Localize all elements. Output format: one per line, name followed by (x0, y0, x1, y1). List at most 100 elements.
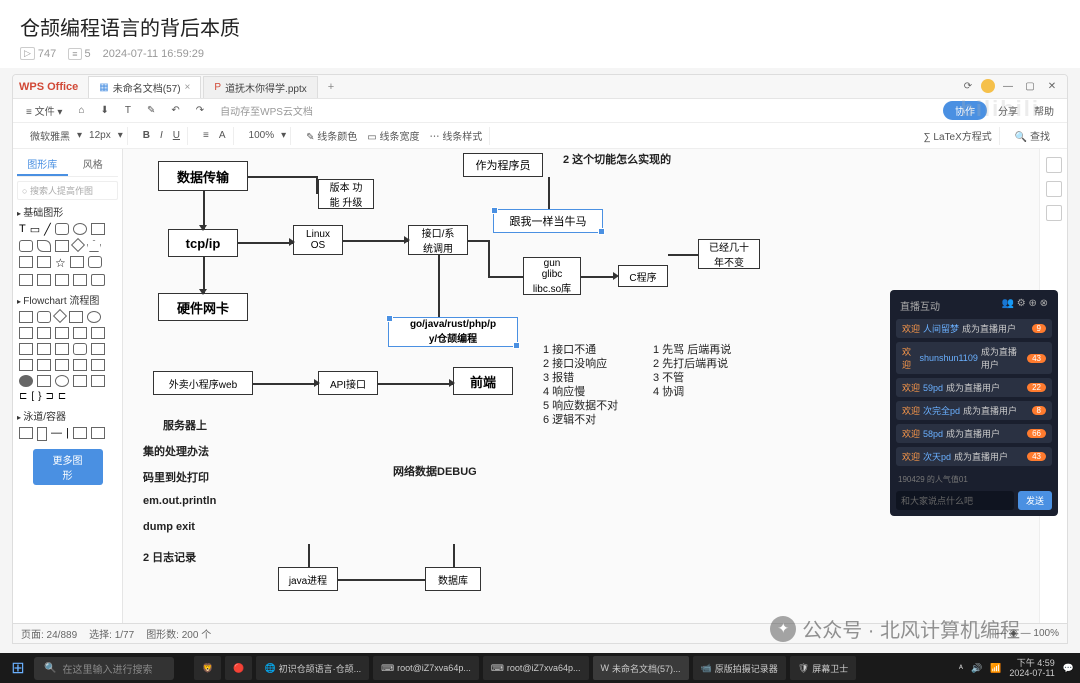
arrow-icon (199, 225, 207, 231)
live-row: 欢迎 次完全pd 成为直播用户8 (896, 401, 1052, 420)
maximize-icon[interactable]: ▢ (1021, 79, 1039, 95)
node-nic[interactable]: 硬件网卡 (158, 293, 248, 321)
underline-button[interactable]: U (170, 129, 183, 142)
wechat-icon: ✦ (770, 616, 796, 642)
node-data-trans[interactable]: 数据传输 (158, 161, 248, 191)
bold-button[interactable]: B (140, 129, 153, 142)
taskbar-app[interactable]: 🦁 (194, 656, 221, 680)
start-button[interactable]: ⊞ (6, 656, 30, 680)
text-shape[interactable]: T (19, 223, 26, 236)
color-icon[interactable]: A (216, 129, 229, 142)
lane-shapes: —| (17, 425, 118, 443)
txt-method: 集的处理办法 (143, 443, 209, 459)
danmu-icon: ≡ (68, 48, 81, 60)
connector (248, 176, 316, 178)
taskbar-app[interactable]: 📹 原版拍摄记录器 (693, 656, 786, 680)
cloud-tip: 自动存至WPS云文档 (215, 101, 318, 120)
arrow-icon (314, 379, 320, 387)
taskbar-app[interactable]: 🔴 (225, 656, 252, 680)
connector (253, 383, 318, 385)
connector (308, 544, 310, 567)
taskbar-app[interactable]: W 未命名文档(57)... (593, 656, 689, 680)
section-basic[interactable]: 基础图形 (17, 204, 118, 219)
line-shape[interactable]: ╱ (44, 223, 51, 236)
layers-icon[interactable] (1046, 181, 1062, 197)
node-frontend[interactable]: 前端 (453, 367, 513, 395)
shape-panel: 图形库 风格 ○ 搜索人提高作图 基础图形 T▭╱ ☆ Flowchart 流程… (13, 149, 123, 623)
selection-indicator: 选择: 1/77 (89, 626, 134, 641)
connector (203, 191, 205, 229)
node-java[interactable]: java进程 (278, 567, 338, 591)
note-shape[interactable]: ▭ (30, 223, 40, 236)
live-row: 欢迎 59pd 成为直播用户22 (896, 378, 1052, 397)
send-button[interactable]: 发送 (1018, 491, 1052, 510)
node-waimai[interactable]: 外卖小程序web (153, 371, 253, 395)
chat-input[interactable]: 和大家说点什么吧 (896, 491, 1014, 510)
find-button[interactable]: 🔍 查找 (1012, 127, 1053, 144)
section-flowchart[interactable]: Flowchart 流程图 (17, 292, 118, 307)
connector (668, 254, 698, 256)
size-select[interactable]: 12px (86, 129, 114, 142)
node-api[interactable]: API接口 (318, 371, 378, 395)
rect-shape[interactable] (55, 223, 69, 235)
node-version[interactable]: 版本 功 能 升级 (318, 179, 374, 209)
text-icon[interactable]: T (120, 103, 136, 118)
italic-button[interactable]: I (157, 129, 166, 142)
live-controls[interactable]: 👥 ⚙ ⊕ ⊗ (1001, 298, 1048, 313)
taskbar-app[interactable]: 🛡 屏幕卫士 (790, 656, 856, 680)
zoom-value[interactable]: 100% (246, 129, 278, 142)
node-linux[interactable]: Linux OS (293, 225, 343, 255)
sync-icon[interactable]: ⟳ (959, 79, 977, 95)
save-icon[interactable]: ⬇ (95, 103, 113, 118)
taskbar-app[interactable]: ⌨ root@iZ7xva64p... (483, 656, 589, 680)
taskbar-app[interactable]: ⌨ root@iZ7xva64p... (373, 656, 479, 680)
page-icon[interactable] (1046, 157, 1062, 173)
shape-search[interactable]: ○ 搜索人提高作图 (17, 181, 118, 200)
node-glibc[interactable]: gun glibc libc.so库 (523, 257, 581, 295)
node-tcpip[interactable]: tcp/ip (168, 229, 238, 257)
close-window-icon[interactable]: ✕ (1043, 79, 1061, 95)
tab-styles[interactable]: 风格 (68, 153, 119, 176)
line-color[interactable]: ✎ 线条颜色 (303, 127, 360, 144)
node-langs[interactable]: go/java/rust/php/p y/仓颉编程 (388, 317, 518, 347)
line-style[interactable]: ⋯ 线条样式 (427, 127, 486, 144)
section-lane[interactable]: 泳道/容器 (17, 408, 118, 423)
resolve-list: 1 先骂 后端再说 2 先打后端再说 3 不管 4 协调 (653, 343, 731, 399)
taskbar-app[interactable]: 🌐 初识仓颉语言·仓颉... (256, 656, 369, 680)
connector (338, 579, 425, 581)
align-icon[interactable]: ≡ (200, 129, 212, 142)
taskbar-search[interactable]: 🔍 在这里输入进行搜索 (34, 657, 174, 680)
node-syscall[interactable]: 接口/系 统调用 (408, 225, 468, 255)
font-select[interactable]: 微软雅黑 (27, 127, 73, 144)
node-db[interactable]: 数据库 (425, 567, 481, 591)
new-tab[interactable]: + (320, 78, 342, 96)
close-icon[interactable]: × (185, 82, 191, 93)
txt-log: 2 日志记录 (143, 549, 196, 565)
shape-count: 图形数: 200 个 (146, 626, 211, 641)
page-title: 仓颉编程语言的背后本质 (20, 12, 1060, 41)
menubar: ≡ 文件 ▾ ⌂ ⬇ T ✎ ↶ ↷ 自动存至WPS云文档 协作 分享 帮助 (13, 99, 1067, 123)
circle-shape[interactable] (73, 223, 87, 235)
connector (203, 257, 205, 293)
home-icon[interactable]: ⌂ (73, 103, 89, 118)
history-icon[interactable] (1046, 205, 1062, 221)
more-shapes-button[interactable]: 更多图形 (33, 449, 103, 485)
redo-icon[interactable]: ↷ (191, 103, 209, 118)
tab-shapes[interactable]: 图形库 (17, 153, 68, 176)
tab-doc1[interactable]: ▦未命名文档(57)× (88, 76, 201, 98)
user-avatar[interactable] (981, 79, 995, 93)
brush-icon[interactable]: ✎ (142, 103, 160, 118)
line-width[interactable]: ▭ 线条宽度 (364, 127, 422, 144)
node-niuma[interactable]: 跟我一样当牛马 (493, 209, 603, 233)
system-tray[interactable]: ᴬ🔊📶 下午 4:592024-07-11 💬 (959, 658, 1074, 678)
menu-file[interactable]: ≡ 文件 ▾ (21, 101, 67, 120)
undo-icon[interactable]: ↶ (166, 103, 184, 118)
minimize-icon[interactable]: — (999, 79, 1017, 95)
node-programmer[interactable]: 作为程序员 (463, 153, 543, 177)
latex-button[interactable]: ∑ LaTeX方程式 (920, 127, 994, 144)
node-cprog[interactable]: C程序 (618, 265, 668, 287)
tab-doc2[interactable]: P道抚木你得学.pptx (203, 76, 317, 98)
node-noch[interactable]: 已经几十 年不变 (698, 239, 760, 269)
connector (316, 176, 318, 194)
live-row: 欢迎 58pd 成为直播用户66 (896, 424, 1052, 443)
